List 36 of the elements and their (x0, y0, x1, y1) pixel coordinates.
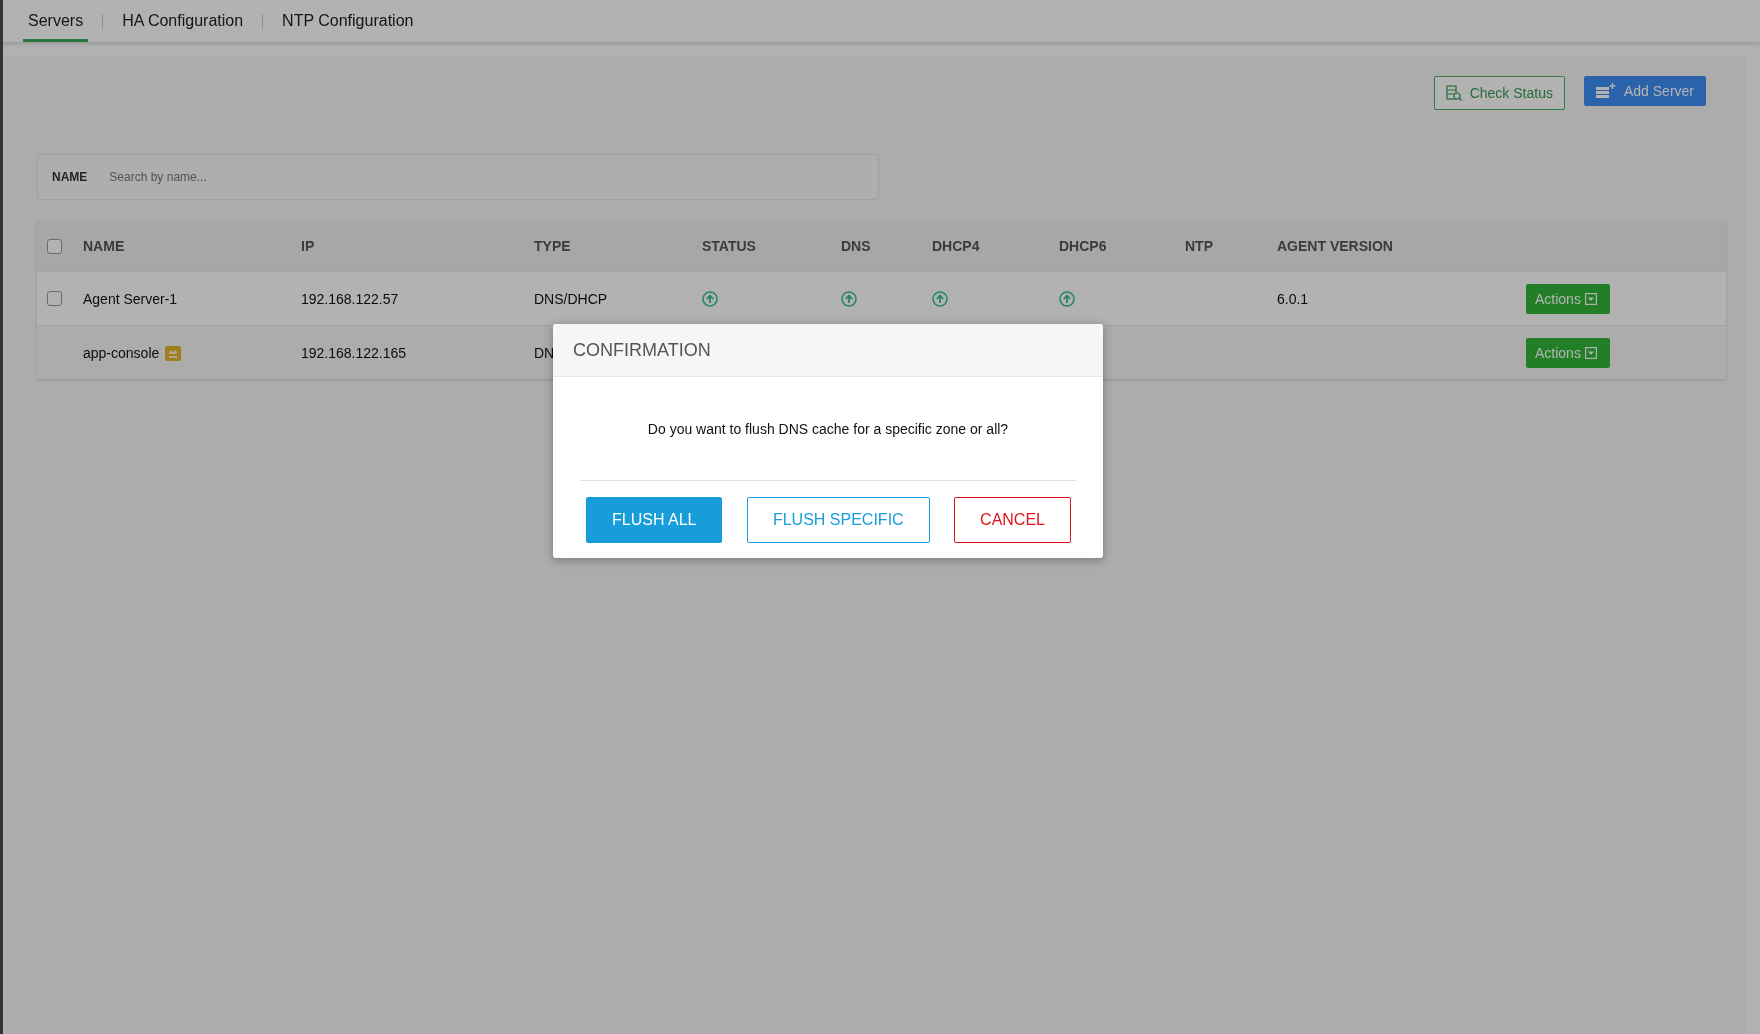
table-cell: Agent Server-1 (83, 290, 178, 307)
server-plus-icon (1595, 83, 1616, 99)
dialog-title: CONFIRMATION (573, 339, 711, 361)
column-header: NTP (1185, 238, 1214, 254)
dropdown-icon (1584, 346, 1597, 359)
add-server-button[interactable]: Add Server (1583, 76, 1706, 106)
column-header: AGENT VERSION (1277, 238, 1394, 254)
column-header: NAME (83, 238, 126, 254)
server-search-icon (1445, 85, 1462, 101)
cancel-button[interactable]: CANCEL (954, 497, 1071, 543)
column-header: STATUS (702, 238, 757, 254)
actions-button[interactable]: Actions (1526, 283, 1610, 314)
dialog-message: Do you want to flush DNS cache for a specific zone or all? (647, 421, 1009, 437)
checkbox[interactable] (47, 291, 62, 306)
field-label: NAME (52, 170, 88, 184)
table-cell: app-console (83, 344, 160, 361)
table-cell: 192.168.122.165 (301, 344, 407, 361)
table-cell: 6.0.1 (1277, 290, 1309, 307)
column-header: TYPE (534, 238, 572, 254)
tab[interactable]: NTP Configuration (277, 0, 419, 42)
column-header: IP (301, 238, 316, 254)
check-status-button[interactable]: Check Status (1433, 76, 1565, 110)
actions-button[interactable]: Actions (1526, 337, 1610, 368)
table-cell: DN (534, 344, 555, 361)
column-header: DNS (841, 238, 872, 254)
tab[interactable]: Servers (23, 0, 89, 42)
table-cell: 192.168.122.57 (301, 290, 399, 307)
dropdown-icon (1584, 292, 1597, 305)
column-header: DHCP4 (932, 238, 981, 254)
column-header: DHCP6 (1059, 238, 1108, 254)
flush-specific-button[interactable]: FLUSH SPECIFIC (746, 497, 930, 543)
tab[interactable]: HA Configuration (117, 0, 249, 42)
checkbox[interactable] (47, 238, 62, 254)
flush-all-button[interactable]: FLUSH ALL (586, 497, 723, 543)
search-field[interactable]: Search by name... (107, 169, 712, 185)
table-cell: DNS/DHCP (534, 290, 608, 307)
